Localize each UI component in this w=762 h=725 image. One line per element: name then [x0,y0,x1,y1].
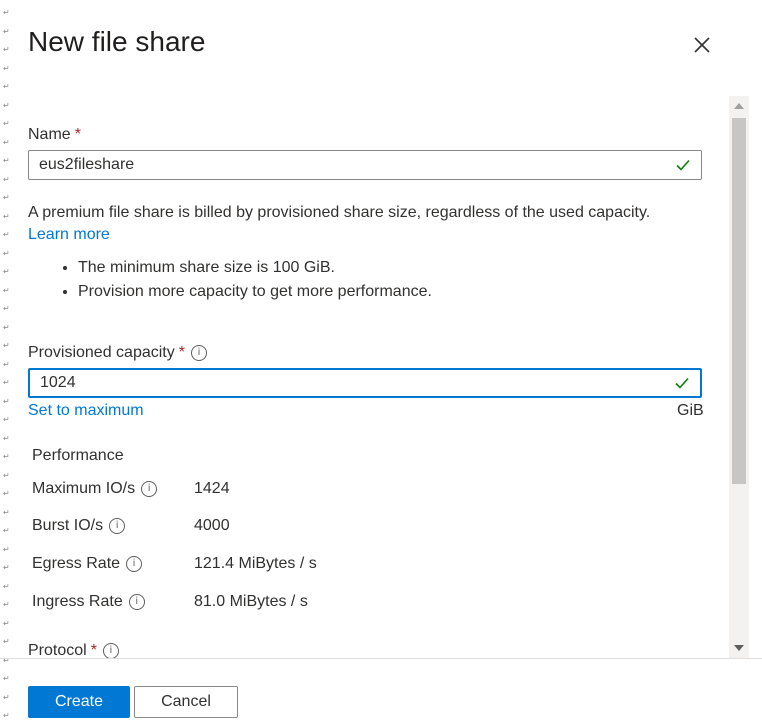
dialog-title: New file share [28,26,206,57]
checkmark-icon [674,375,690,391]
return-mark-icon: ↵ [3,137,10,147]
return-mark-icon: ↵ [3,119,10,128]
protocol-label-text: Protocol [28,642,87,658]
return-mark-icon: ↵ [3,489,10,498]
footer-divider [0,658,762,659]
scroll-down-icon[interactable] [734,645,744,651]
return-mark-icon: ↵ [3,470,10,480]
perf-label: Maximum IO/s i [32,480,158,498]
return-mark-icon: ↵ [3,8,10,17]
return-mark-icon: ↵ [3,322,10,332]
perf-label-text: Ingress Rate [32,593,123,610]
return-mark-icon: ↵ [3,526,10,535]
name-label-text: Name [28,126,71,143]
capacity-unit: GiB [677,402,704,419]
perf-value: 81.0 MiBytes / s [194,593,308,610]
return-mark-icon: ↵ [3,304,10,313]
return-mark-icon: ↵ [3,711,10,720]
scroll-thumb[interactable] [732,118,746,484]
info-icon[interactable]: i [102,642,119,658]
checkmark-icon [675,157,691,173]
return-mark-icon: ↵ [3,248,10,258]
return-mark-icon: ↵ [3,378,10,387]
perf-label-text: Maximum IO/s [32,480,136,497]
return-mark-icon: ↵ [3,563,10,572]
return-mark-icon: ↵ [3,193,10,202]
return-mark-icon: ↵ [3,618,10,628]
capacity-label: Provisioned capacity * i [28,344,207,362]
return-mark-icon: ↵ [3,433,10,443]
return-mark-icon: ↵ [3,655,10,665]
required-mark: * [90,642,97,658]
protocol-label: Protocol * i [28,642,119,658]
name-label: Name * [28,126,81,144]
performance-heading: Performance [32,447,124,464]
bullet-min-size: The minimum share size is 100 GiB. [78,258,432,278]
form-scroll-area: Name* A premium file share is billed by … [22,96,750,658]
return-mark-icon: ↵ [3,341,10,350]
return-mark-icon: ↵ [3,600,10,609]
return-mark-icon: ↵ [3,45,10,54]
perf-label-text: Burst IO/s [32,517,104,534]
close-icon [694,37,710,53]
perf-label: Burst IO/s i [32,517,126,535]
bullet-more-capacity: Provision more capacity to get more perf… [78,282,432,302]
return-mark-icon: ↵ [3,359,10,369]
return-mark-icon: ↵ [3,230,10,239]
perf-label-text: Egress Rate [32,555,121,572]
perf-value: 121.4 MiBytes / s [194,555,317,572]
return-mark-icon: ↵ [3,415,10,424]
info-icon[interactable]: i [128,593,145,610]
return-mark-icon: ↵ [3,637,10,646]
return-mark-icon: ↵ [3,63,10,73]
perf-label: Ingress Rate i [32,593,145,611]
return-mark-icon: ↵ [3,285,10,295]
vertical-scrollbar[interactable] [729,96,749,658]
name-field[interactable] [28,150,702,180]
return-mark-icon: ↵ [3,211,10,221]
cancel-button[interactable]: Cancel [134,686,238,718]
info-icon[interactable]: i [141,480,158,497]
info-icon[interactable]: i [109,517,126,534]
return-mark-icon: ↵ [3,544,10,554]
info-icon[interactable]: i [190,344,207,361]
capacity-label-text: Provisioned capacity [28,344,175,361]
perf-value: 1424 [194,480,230,497]
return-mark-icon: ↵ [3,100,10,110]
return-mark-icon: ↵ [3,692,10,702]
capacity-input[interactable] [30,370,674,396]
return-mark-icon: ↵ [3,82,10,91]
set-to-maximum-link[interactable]: Set to maximum [28,402,144,420]
return-mark-icon: ↵ [3,452,10,461]
return-mark-icon: ↵ [3,674,10,683]
return-mark-icon: ↵ [3,156,10,165]
return-mark-icon: ↵ [3,507,10,517]
close-button[interactable] [690,33,714,57]
required-mark: * [178,344,185,361]
capacity-field[interactable] [28,368,702,398]
return-mark-icon: ↵ [3,581,10,591]
required-mark: * [74,126,81,143]
paragraph-marks-gutter: ↵ ↵ ↵ ↵ ↵ ↵ ↵ ↵ ↵ ↵ ↵ ↵ ↵ ↵ ↵ ↵ ↵ ↵ ↵ ↵ ↵ ↵ ↵ ↵ ↵ ↵ ↵ ↵ ↵ ↵ ↵ ↵ ↵ ↵ ↵ ↵ ↵ ↵ ↵ [0,0,14,725]
perf-label: Egress Rate i [32,555,143,573]
return-mark-icon: ↵ [3,174,10,184]
return-mark-icon: ↵ [3,26,10,36]
perf-value: 4000 [194,517,230,534]
learn-more-link[interactable]: Learn more [28,226,110,244]
info-icon[interactable]: i [126,555,143,572]
scroll-up-icon[interactable] [734,103,744,109]
name-input[interactable] [29,151,675,179]
return-mark-icon: ↵ [3,396,10,406]
return-mark-icon: ↵ [3,267,10,276]
billing-bullets: The minimum share size is 100 GiB. Provi… [58,258,432,306]
billing-description: A premium file share is billed by provis… [28,204,651,221]
create-button[interactable]: Create [28,686,130,718]
